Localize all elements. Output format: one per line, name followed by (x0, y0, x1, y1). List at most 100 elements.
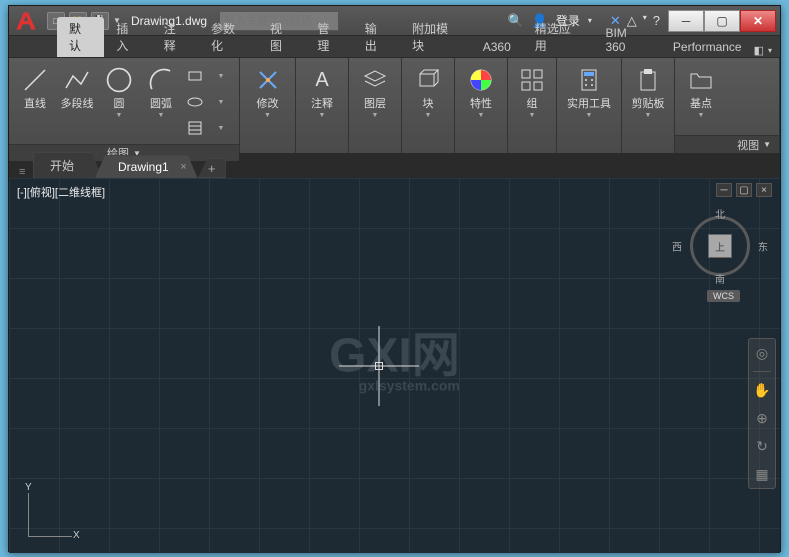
viewcube-south[interactable]: 南 (715, 271, 725, 286)
ribbon-collapse-icon[interactable]: ▾ (768, 46, 772, 55)
ribbon-tab-parametric[interactable]: 参数化 (199, 17, 258, 57)
ribbon-tab-bar: 默认 插入 注释 参数化 视图 管理 输出 附加模块 A360 精选应用 BIM… (9, 36, 780, 58)
viewcube-west[interactable]: 西 (672, 239, 682, 254)
viewcube-face[interactable]: 上 (708, 234, 732, 258)
app-logo-icon[interactable] (13, 8, 39, 34)
group-icon (516, 64, 548, 96)
drawing-canvas[interactable]: [-][俯视][二维线框] ─ ▢ × GXI网 gxlsystem.com 上… (9, 178, 780, 553)
file-tab-add-button[interactable]: + (198, 158, 226, 178)
panel-draw: 直线 多段线 圆 ▼ 圆弧 ▼ (9, 58, 240, 153)
line-icon (19, 64, 51, 96)
panel-group: 组 ▼ (508, 58, 557, 153)
ribbon-tab-output[interactable]: 输出 (353, 17, 400, 57)
ribbon-tab-insert[interactable]: 插入 (104, 17, 151, 57)
ribbon-tab-annotate[interactable]: 注释 (152, 17, 199, 57)
layer-icon (359, 64, 391, 96)
ribbon-tab-performance[interactable]: Performance (661, 37, 754, 57)
ribbon-focus-icon[interactable]: ◧ (754, 44, 764, 57)
arc-button[interactable]: 圆弧 ▼ (141, 62, 181, 121)
hatch-icon[interactable] (183, 116, 207, 140)
navigation-bar: ◎ ✋ ⊕ ↻ ▦ (748, 338, 776, 489)
maximize-button[interactable]: ▢ (704, 10, 740, 32)
modify-button[interactable]: 修改 ▼ (248, 62, 288, 121)
calculator-icon (573, 64, 605, 96)
ellipse-icon[interactable] (183, 90, 207, 114)
ribbon-tab-featured[interactable]: 精选应用 (523, 17, 594, 57)
file-tab-drawing1[interactable]: Drawing1 × (95, 155, 198, 178)
panel-annotate: A 注释 ▼ (296, 58, 349, 153)
file-tab-start[interactable]: 开始 (33, 152, 103, 178)
chevron-down-icon: ▼ (116, 112, 123, 119)
pan-icon[interactable]: ✋ (752, 380, 772, 400)
ribbon-tab-view[interactable]: 视图 (258, 17, 305, 57)
chevron-down-icon: ▼ (425, 112, 432, 119)
window-controls: ─ ▢ ✕ (668, 10, 776, 32)
chevron-down-icon[interactable]: ▼ (209, 116, 233, 140)
panel-base: 基点 ▼ 视图▼ (675, 58, 780, 153)
viewport-label[interactable]: [-][俯视][二维线框] (17, 184, 105, 200)
rectangle-icon[interactable] (183, 64, 207, 88)
chevron-down-icon: ▼ (319, 112, 326, 119)
arc-icon (145, 64, 177, 96)
panel-properties: 特性 ▼ (455, 58, 508, 153)
line-button[interactable]: 直线 (15, 62, 55, 112)
minimize-button[interactable]: ─ (668, 10, 704, 32)
viewport-minimize-icon[interactable]: ─ (716, 183, 732, 197)
ribbon-tab-addins[interactable]: 附加模块 (400, 17, 471, 57)
ribbon-tab-default[interactable]: 默认 (57, 17, 104, 57)
chevron-down-icon: ▼ (158, 112, 165, 119)
orbit-icon[interactable]: ↻ (752, 436, 772, 456)
ribbon-tab-a360[interactable]: A360 (471, 37, 523, 57)
file-tab-menu-icon[interactable]: ≡ (19, 166, 25, 178)
block-button[interactable]: 块 ▼ (408, 62, 448, 121)
steering-wheel-icon[interactable]: ◎ (752, 343, 772, 363)
panel-modify: 修改 ▼ (240, 58, 296, 153)
zoom-extents-icon[interactable]: ⊕ (752, 408, 772, 428)
block-icon (412, 64, 444, 96)
close-icon[interactable]: × (180, 161, 186, 173)
modify-icon (252, 64, 284, 96)
svg-text:A: A (315, 69, 329, 91)
chevron-down-icon[interactable]: ▼ (209, 90, 233, 114)
clipboard-button[interactable]: 剪贴板 ▼ (628, 62, 668, 121)
panel-utilities: 实用工具 ▼ (557, 58, 622, 153)
viewport-close-icon[interactable]: × (756, 183, 772, 197)
file-tab-bar: ≡ 开始 Drawing1 × + (9, 154, 780, 178)
panel-layer: 图层 ▼ (349, 58, 402, 153)
properties-button[interactable]: 特性 ▼ (461, 62, 501, 121)
chevron-down-icon: ▼ (763, 140, 771, 149)
viewcube-north[interactable]: 北 (715, 206, 725, 221)
clipboard-icon (632, 64, 664, 96)
chevron-down-icon: ▼ (586, 112, 593, 119)
panel-block: 块 ▼ (402, 58, 455, 153)
panel-clipboard: 剪贴板 ▼ (622, 58, 675, 153)
circle-button[interactable]: 圆 ▼ (99, 62, 139, 121)
chevron-down-icon: ▼ (698, 112, 705, 119)
annotate-button[interactable]: A 注释 ▼ (302, 62, 342, 121)
layer-button[interactable]: 图层 ▼ (355, 62, 395, 121)
chevron-down-icon: ▼ (264, 112, 271, 119)
chevron-down-icon: ▼ (372, 112, 379, 119)
group-button[interactable]: 组 ▼ (514, 62, 550, 121)
utilities-button[interactable]: 实用工具 ▼ (563, 62, 615, 121)
chevron-down-icon[interactable]: ▼ (209, 64, 233, 88)
close-button[interactable]: ✕ (740, 10, 776, 32)
viewcube-east[interactable]: 东 (758, 239, 768, 254)
panel-view-title[interactable]: 视图▼ (675, 135, 779, 153)
polyline-icon (61, 64, 93, 96)
base-button[interactable]: 基点 ▼ (681, 62, 721, 121)
canvas-grid (9, 178, 780, 553)
viewcube[interactable]: 上 北 南 东 西 (684, 210, 756, 282)
properties-icon (465, 64, 497, 96)
ribbon-tab-manage[interactable]: 管理 (305, 17, 352, 57)
polyline-button[interactable]: 多段线 (57, 62, 97, 112)
chevron-down-icon: ▼ (645, 112, 652, 119)
wcs-label[interactable]: WCS (707, 290, 740, 302)
ribbon-tab-bim360[interactable]: BIM 360 (593, 23, 660, 57)
ribbon: 直线 多段线 圆 ▼ 圆弧 ▼ (9, 58, 780, 154)
chevron-down-icon: ▼ (478, 112, 485, 119)
binoculars-icon[interactable]: 🔍 (507, 13, 523, 29)
showmotion-icon[interactable]: ▦ (752, 464, 772, 484)
viewport-maximize-icon[interactable]: ▢ (736, 183, 752, 197)
folder-icon (685, 64, 717, 96)
